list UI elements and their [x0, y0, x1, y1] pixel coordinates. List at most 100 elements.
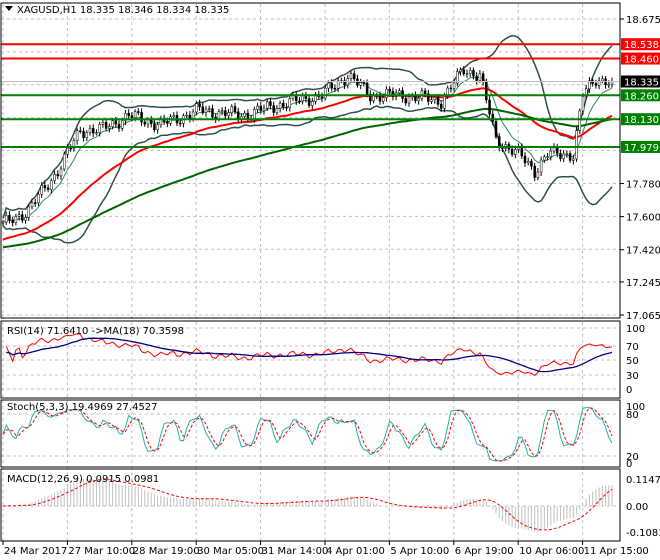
- candle-body: [388, 88, 391, 92]
- candle-body: [149, 119, 153, 124]
- candle: [298, 97, 301, 104]
- candle-body: [443, 96, 446, 109]
- candle-body: [91, 128, 95, 134]
- candle-body: [475, 75, 478, 81]
- candle-body: [14, 216, 18, 224]
- candle-body: [75, 130, 79, 141]
- candle: [214, 113, 217, 123]
- candle-body: [33, 202, 37, 204]
- candle: [372, 92, 375, 104]
- candle: [565, 150, 569, 158]
- panel-frames: [0, 2, 621, 542]
- time-tick-label: 24 Mar 2017: [4, 546, 67, 557]
- candle: [391, 87, 395, 101]
- candle-body: [204, 108, 208, 113]
- candle-body: [543, 156, 546, 161]
- rsi-label: RSI(14) 71.6410 ->MA(18) 70.3598: [7, 326, 184, 337]
- candle-body: [459, 69, 462, 72]
- candle-body: [330, 82, 333, 89]
- candle-body: [539, 159, 543, 173]
- candle: [50, 178, 53, 194]
- candle: [79, 126, 82, 134]
- candle-body: [417, 98, 420, 101]
- candle-body: [146, 119, 150, 125]
- candle-body: [59, 168, 63, 177]
- candle-body: [523, 155, 527, 164]
- candle-body: [130, 115, 134, 118]
- collapse-triangle-icon[interactable]: [5, 6, 13, 11]
- candle: [4, 211, 8, 225]
- candle-body: [462, 69, 466, 75]
- time-tick-label: 27 Mar 10:00: [68, 546, 135, 557]
- candle: [494, 119, 498, 140]
- candle-body: [533, 165, 536, 178]
- candle-body: [323, 87, 327, 99]
- candle-body: [127, 113, 130, 116]
- rsi-tick-label: 0: [626, 385, 632, 396]
- candle-body: [578, 110, 582, 131]
- candle: [288, 95, 292, 112]
- candle-body: [233, 106, 237, 113]
- candle-body: [601, 78, 604, 82]
- candle-body: [143, 121, 147, 125]
- candle: [59, 165, 63, 180]
- candle-body: [53, 174, 56, 181]
- candle: [82, 127, 85, 142]
- candle-body: [166, 121, 169, 124]
- candle: [14, 213, 18, 226]
- candle-body: [201, 106, 205, 113]
- price-tick-label: 18.675: [626, 15, 660, 26]
- candle-body: [111, 120, 114, 127]
- bollinger-lower-band: [2, 105, 613, 244]
- candle: [8, 211, 11, 224]
- candle-body: [11, 219, 14, 224]
- candle: [272, 101, 275, 117]
- candle: [568, 150, 572, 163]
- candle-body: [607, 83, 611, 86]
- stochastic-panel[interactable]: [2, 407, 613, 462]
- candle-body: [259, 105, 263, 111]
- candle-body: [320, 96, 324, 99]
- candle: [459, 67, 462, 76]
- candle-body: [104, 122, 108, 129]
- candle-body: [362, 82, 366, 84]
- candle-body: [481, 73, 485, 83]
- candle-body: [66, 147, 69, 155]
- candle-body: [178, 122, 182, 125]
- candle: [478, 70, 482, 83]
- price-level-label: 18.335: [624, 78, 659, 89]
- candle-body: [224, 110, 227, 117]
- candle-body: [298, 100, 301, 103]
- candle: [156, 121, 159, 134]
- candle-body: [4, 214, 8, 223]
- candle: [307, 94, 311, 109]
- candle-body: [404, 98, 408, 104]
- price-tick-label: 17.245: [626, 278, 660, 289]
- candle: [88, 124, 92, 136]
- candle: [33, 198, 37, 207]
- candle-body: [95, 132, 98, 134]
- trading-chart[interactable]: 18.538 18.460 18.335 18.260 18.130 17.979 18.6…: [0, 0, 660, 560]
- candle: [359, 78, 362, 90]
- price-panel[interactable]: [1, 35, 620, 249]
- macd-panel[interactable]: [2, 478, 613, 532]
- macd-tick-label: 0.00: [626, 502, 648, 513]
- stoch-main-line: [2, 407, 613, 462]
- candle-body: [262, 107, 266, 111]
- candle: [475, 72, 478, 85]
- candle-body: [50, 180, 53, 190]
- candle-body: [101, 122, 105, 125]
- candle-body: [407, 96, 411, 104]
- candle-body: [530, 161, 533, 167]
- candle: [137, 108, 140, 116]
- candle-body: [211, 108, 214, 118]
- candle-body: [185, 114, 188, 117]
- candle: [488, 95, 491, 118]
- price-tick-label: 17.065: [626, 311, 660, 322]
- candle-body: [82, 131, 85, 138]
- candle: [575, 126, 578, 162]
- candle-body: [472, 70, 475, 77]
- rsi-panel[interactable]: [5, 333, 613, 377]
- candle: [24, 214, 27, 224]
- candle-body: [120, 120, 124, 129]
